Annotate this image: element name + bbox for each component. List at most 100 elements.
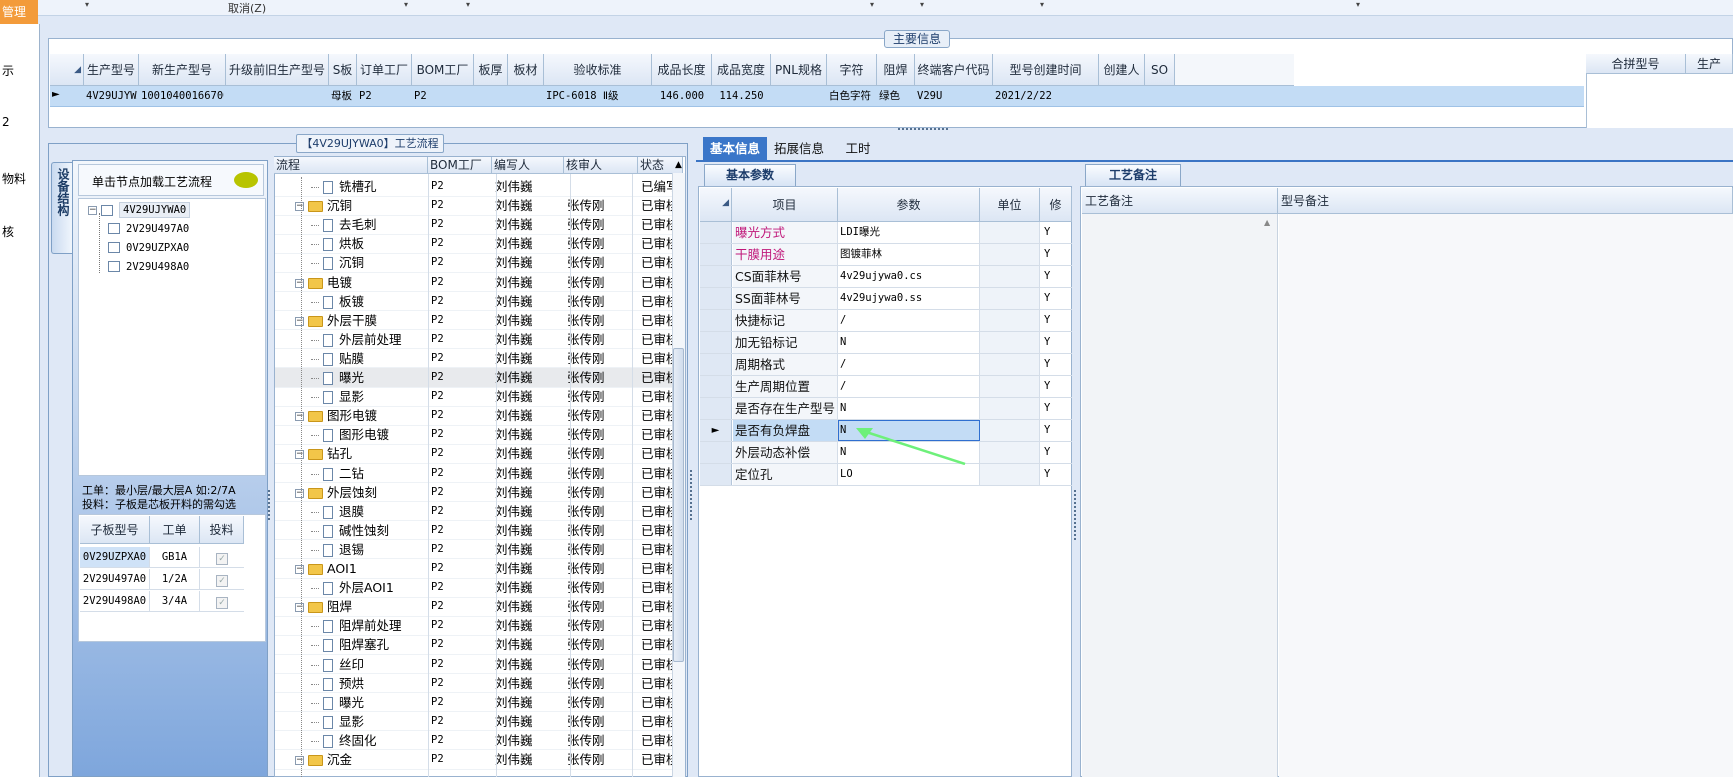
flow-row[interactable]: 碱性蚀刻 P2 刘伟巍 张传刚 已审核	[275, 521, 679, 540]
flow-row[interactable]: 丝印 P2 刘伟巍 张传刚 已审核	[275, 655, 679, 674]
collapse-icon[interactable]: −	[295, 450, 304, 460]
dropdown-icon[interactable]: ▾	[466, 0, 470, 9]
checkbox[interactable]: ✓	[216, 553, 228, 565]
param-row[interactable]: 曝光方式 LDI曝光 Y	[700, 222, 1072, 244]
flow-row[interactable]: 曝光 P2 刘伟巍 张传刚 已审核	[275, 693, 679, 712]
flow-row[interactable]: − 阻焊 P2 刘伟巍 张传刚 已审核	[275, 597, 679, 616]
splitter-handle[interactable]	[268, 490, 272, 520]
params-tab[interactable]: 基本参数	[704, 164, 796, 186]
splitter-handle[interactable]	[898, 128, 948, 132]
flow-row[interactable]: 图形电镀 P2 刘伟巍 张传刚 已审核	[275, 425, 679, 444]
flow-cell: P2	[431, 695, 444, 708]
flow-row[interactable]: 显影 P2 刘伟巍 张传刚 已审核	[275, 387, 679, 406]
checkbox[interactable]: ✓	[216, 575, 228, 587]
flow-row[interactable]: 二钻 P2 刘伟巍 张传刚 已审核	[275, 464, 679, 483]
dropdown-icon[interactable]: ▾	[85, 0, 89, 9]
tab-extended[interactable]: 拓展信息	[770, 137, 828, 160]
dropdown-icon[interactable]: ▾	[920, 0, 924, 9]
tree-node[interactable]: 2V29U497A0	[108, 220, 189, 236]
tree-node[interactable]: 0V29UZPXA0	[108, 239, 189, 255]
sub-cell[interactable]: 3/4A	[150, 591, 200, 612]
left-nav-item[interactable]: 2	[2, 115, 10, 129]
param-row[interactable]: 干膜用途 图镀菲林 Y	[700, 244, 1072, 266]
flow-row[interactable]: 阻焊前处理 P2 刘伟巍 张传刚 已审核	[275, 616, 679, 635]
param-row[interactable]: SS面菲林号 4v29ujywa0.ss Y	[700, 288, 1072, 310]
param-value[interactable]: /	[838, 310, 980, 331]
collapse-icon[interactable]: −	[295, 488, 304, 498]
collapse-icon[interactable]: −	[295, 565, 304, 574]
flow-row[interactable]: − 沉铜 P2 刘伟巍 张传刚 已审核	[275, 196, 679, 215]
dropdown-icon[interactable]: ▾	[870, 0, 874, 9]
dropdown-icon[interactable]: ▾	[404, 0, 408, 9]
collapse-icon[interactable]: −	[295, 316, 304, 326]
sub-cell[interactable]: 1/2A	[150, 569, 200, 590]
flow-row[interactable]: − 沉金 P2 刘伟巍 张传刚 已审核	[275, 750, 679, 769]
param-value[interactable]: /	[838, 354, 980, 375]
flow-row[interactable]: 显影 P2 刘伟巍 张传刚 已审核	[275, 712, 679, 731]
collapse-icon[interactable]: −	[295, 603, 304, 613]
param-value[interactable]: /	[838, 376, 980, 397]
flow-row[interactable]: 板镀 P2 刘伟巍 张传刚 已审核	[275, 292, 679, 311]
tab-basic[interactable]: 基本信息	[703, 137, 767, 160]
scroll-up-icon[interactable]: ▲	[673, 160, 684, 170]
flow-row[interactable]: 终固化 P2 刘伟巍 张传刚 已审核	[275, 731, 679, 750]
dropdown-icon[interactable]: ▾	[1356, 0, 1360, 9]
left-nav-item[interactable]: 核	[2, 223, 14, 240]
collapse-icon[interactable]: −	[295, 278, 304, 288]
left-nav-item[interactable]: 示	[2, 62, 14, 79]
param-row[interactable]: 周期格式 / Y	[700, 354, 1072, 376]
collapse-icon[interactable]: −	[295, 412, 304, 422]
cancel-button[interactable]: 取消(Z)	[228, 0, 266, 16]
flow-row[interactable]: 阻焊塞孔 P2 刘伟巍 张传刚 已审核	[275, 635, 679, 654]
param-row[interactable]: 定位孔 LO Y	[700, 464, 1072, 486]
flow-row[interactable]: 退锡 P2 刘伟巍 张传刚 已审核	[275, 540, 679, 559]
param-row[interactable]: 加无铅标记 N Y	[700, 332, 1072, 354]
flow-row[interactable]: − 电镀 P2 刘伟巍 张传刚 已审核	[275, 273, 679, 292]
left-nav-item[interactable]: 物料	[2, 170, 26, 187]
flow-row[interactable]: 烘板 P2 刘伟巍 张传刚 已审核	[275, 234, 679, 253]
left-active-menu[interactable]: 管理	[0, 0, 38, 24]
param-row[interactable]: CS面菲林号 4v29ujywa0.cs Y	[700, 266, 1072, 288]
flow-row[interactable]: 曝光 P2 刘伟巍 张传刚 已审核	[275, 368, 679, 387]
checkbox[interactable]: ✓	[216, 597, 228, 609]
flow-row[interactable]: 贴膜 P2 刘伟巍 张传刚 已审核	[275, 349, 679, 368]
flow-row[interactable]: − 外层蚀刻 P2 刘伟巍 张传刚 已审核	[275, 483, 679, 502]
dropdown-icon[interactable]: ▾	[1040, 0, 1044, 9]
sub-cell[interactable]: GB1A	[150, 547, 200, 568]
param-value[interactable]: 图镀菲林	[838, 244, 980, 265]
flow-row[interactable]: 沉铜 P2 刘伟巍 张传刚 已审核	[275, 253, 679, 272]
param-value[interactable]: LDI曝光	[838, 222, 980, 243]
collapse-icon[interactable]: −	[295, 202, 304, 212]
tab-hours[interactable]: 工时	[840, 137, 876, 160]
flow-row[interactable]: 外层前处理 P2 刘伟巍 张传刚 已审核	[275, 330, 679, 349]
splitter-handle[interactable]	[1074, 490, 1078, 540]
param-value[interactable]: 4v29ujywa0.cs	[838, 266, 980, 287]
flow-row[interactable]: 退膜 P2 刘伟巍 张传刚 已审核	[275, 502, 679, 521]
flow-row[interactable]: 去毛刺 P2 刘伟巍 张传刚 已审核	[275, 215, 679, 234]
param-value[interactable]: N	[838, 398, 980, 419]
flow-cell: 张传刚	[567, 752, 605, 767]
param-row[interactable]: 生产周期位置 / Y	[700, 376, 1072, 398]
tree-node[interactable]: 2V29U498A0	[108, 258, 189, 274]
scroll-up-icon[interactable]: ▲	[1264, 218, 1270, 227]
flow-row[interactable]: 铣槽孔 P2 刘伟巍 已编写	[275, 177, 679, 196]
remarks-textarea[interactable]	[1082, 214, 1278, 777]
remarks-model-textarea[interactable]	[1279, 214, 1733, 777]
collapse-icon[interactable]: −	[88, 205, 97, 215]
param-row[interactable]: 快捷标记 / Y	[700, 310, 1072, 332]
flow-row[interactable]: − 钻孔 P2 刘伟巍 张传刚 已审核	[275, 444, 679, 463]
remarks-tab[interactable]: 工艺备注	[1085, 164, 1181, 186]
param-row[interactable]: 是否存在生产型号 N Y	[700, 398, 1072, 420]
flow-row[interactable]: − AOI1 P2 刘伟巍 张传刚 已审核	[275, 559, 679, 578]
scroll-thumb[interactable]	[673, 348, 684, 662]
splitter-handle[interactable]	[690, 470, 694, 520]
flow-row[interactable]: − 图形电镀 P2 刘伟巍 张传刚 已审核	[275, 406, 679, 425]
flow-row[interactable]: 外层AOI1 P2 刘伟巍 张传刚 已审核	[275, 578, 679, 597]
collapse-icon[interactable]: −	[295, 756, 304, 765]
tree-root[interactable]: −4V29UJYWA0	[88, 202, 191, 218]
param-value[interactable]: LO	[838, 464, 980, 485]
flow-row[interactable]: 预烘 P2 刘伟巍 张传刚 已审核	[275, 674, 679, 693]
param-value[interactable]: 4v29ujywa0.ss	[838, 288, 980, 309]
flow-row[interactable]: − 外层干膜 P2 刘伟巍 张传刚 已审核	[275, 311, 679, 330]
param-value[interactable]: N	[838, 332, 980, 353]
